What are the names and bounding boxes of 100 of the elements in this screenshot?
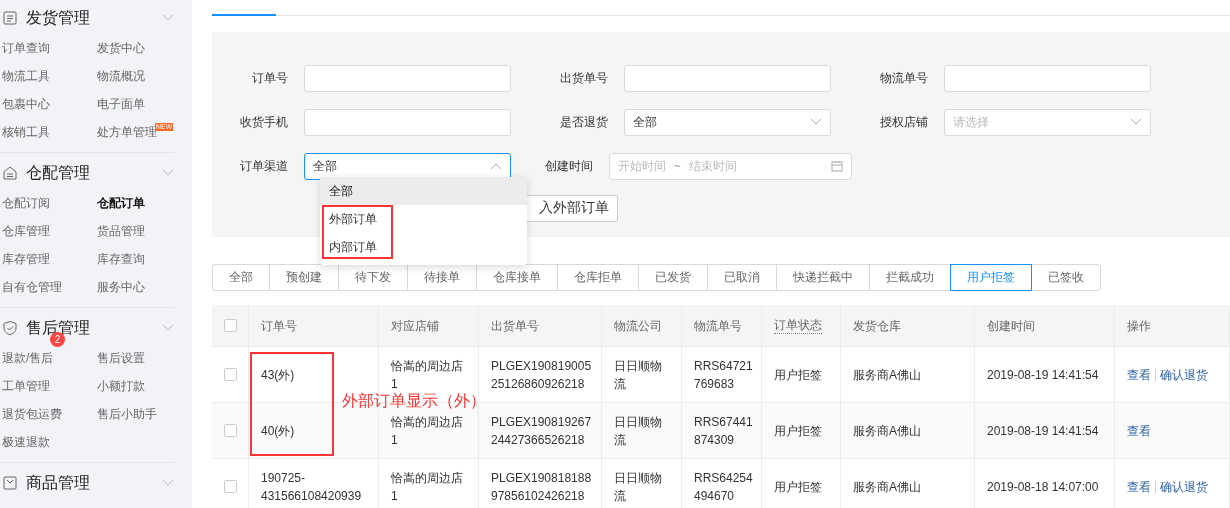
column-header: 订单号 [261, 317, 297, 335]
select-field[interactable]: 全部 [624, 108, 831, 136]
field-label: 订单号 [251, 69, 289, 87]
annotation-note: 外部订单显示（外） [342, 391, 486, 411]
column-header: 发货仓库 [853, 317, 901, 335]
table-cell-text: 服务商A佛山 [853, 478, 921, 496]
input-field[interactable] [624, 64, 831, 92]
menu-item[interactable]: 仓配订阅 [2, 189, 50, 217]
status-tab[interactable]: 用户拒签 [950, 264, 1032, 291]
status-tab[interactable]: 全部 [212, 264, 270, 291]
input-field[interactable] [304, 108, 511, 136]
status-tab[interactable]: 已取消 [707, 264, 777, 291]
column-header: 物流公司 [614, 317, 662, 335]
status-tab[interactable]: 已签收 [1031, 264, 1101, 291]
menu-item[interactable]: 小额打款 [97, 372, 145, 400]
action-link[interactable]: 查看 [1127, 421, 1151, 440]
status-tab[interactable]: 预创建 [269, 264, 339, 291]
menu-item[interactable]: 物流概况 [97, 62, 145, 90]
dropdown-option[interactable]: 全部 [320, 177, 527, 205]
menu-item[interactable]: 发货中心 [97, 34, 145, 62]
status-tab[interactable]: 拦截成功 [869, 264, 951, 291]
table-cell-text: 用户拒签 [774, 478, 822, 496]
select-field[interactable]: 全部 [304, 152, 511, 180]
column-header: 出货单号 [491, 317, 539, 335]
table-cell-text: RRS64721769683 [694, 357, 753, 393]
menu-group-icon [2, 475, 18, 491]
table-cell-text: 恰嵩的周边店1 [391, 357, 464, 393]
menu-group-icon [2, 165, 18, 181]
status-tab[interactable]: 快递拦截中 [776, 264, 870, 291]
table-cell-text: 2019-08-19 14:41:54 [987, 422, 1099, 440]
menu-group-title[interactable]: 发货管理 [26, 7, 162, 29]
status-tab[interactable]: 已发货 [638, 264, 708, 291]
select-all-checkbox[interactable] [224, 319, 237, 332]
menu-item[interactable]: 核销工具 [2, 118, 50, 146]
menu-group-icon [2, 10, 18, 26]
column-header: 创建时间 [987, 317, 1035, 335]
status-tab[interactable]: 仓库接单 [476, 264, 558, 291]
menu-group-title[interactable]: 仓配管理 [26, 162, 162, 184]
input-field[interactable] [304, 64, 511, 92]
input-field[interactable] [944, 64, 1151, 92]
field-label: 出货单号 [559, 69, 609, 87]
row-checkbox[interactable] [224, 480, 237, 493]
dropdown-option[interactable]: 内部订单 [320, 233, 527, 261]
chevron-down-icon [810, 118, 822, 126]
table-cell-text: PLGEX19081926724427366526218 [491, 413, 593, 449]
menu-item[interactable]: 仓库管理 [2, 217, 50, 245]
menu-item[interactable]: 包裹中心 [2, 90, 50, 118]
table-cell-text: 恰嵩的周边店1 [391, 413, 464, 449]
menu-item[interactable]: 仓配订单 [97, 189, 145, 217]
column-header: 操作 [1127, 317, 1151, 335]
table-cell-text: 日日顺物流 [614, 469, 663, 505]
action-link[interactable]: 查看 [1127, 477, 1151, 496]
calendar-icon [831, 160, 843, 172]
row-checkbox[interactable] [224, 424, 237, 437]
table-cell-text: 2019-08-18 14:07:00 [987, 478, 1099, 496]
menu-item[interactable]: 库存管理 [2, 245, 50, 273]
menu-item[interactable]: 退款/售后 [2, 344, 54, 372]
table-cell-text: 43(外) [261, 366, 295, 384]
menu-item[interactable]: 工单管理 [2, 372, 50, 400]
menu-item[interactable]: 自有仓管理 [2, 273, 62, 301]
table-cell-text: PLGEX19081818897856102426218 [491, 469, 593, 505]
column-header: 订单状态 [774, 317, 822, 334]
menu-item[interactable]: 服务中心 [97, 273, 145, 301]
table-cell-text: 40(外) [261, 422, 295, 440]
table-cell-text: RRS67441874309 [694, 413, 753, 449]
chevron-down-icon[interactable] [162, 14, 174, 22]
row-checkbox[interactable] [224, 368, 237, 381]
tab-underline [212, 14, 276, 16]
menu-group-icon [2, 320, 18, 336]
field-label: 创建时间 [543, 157, 594, 175]
status-tab[interactable]: 仓库拒单 [557, 264, 639, 291]
field-label: 订单渠道 [239, 157, 289, 175]
table-cell-text: 服务商A佛山 [853, 366, 921, 384]
action-link[interactable]: 确认退货 [1160, 365, 1208, 384]
column-header: 对应店铺 [391, 317, 439, 335]
menu-item[interactable]: 极速退款 [2, 428, 50, 456]
action-link[interactable]: 确认退货 [1160, 477, 1208, 496]
field-label: 收货手机 [239, 113, 289, 131]
menu-item[interactable]: 售后小助手 [97, 400, 157, 428]
action-link[interactable]: 查看 [1127, 365, 1151, 384]
field-label: 物流单号 [879, 69, 929, 87]
chevron-down-icon[interactable] [162, 479, 174, 487]
field-label: 授权店铺 [879, 113, 929, 131]
chevron-down-icon[interactable] [162, 169, 174, 177]
menu-item[interactable]: 库存查询 [97, 245, 145, 273]
menu-item[interactable]: 物流工具 [2, 62, 50, 90]
table-cell-text: 用户拒签 [774, 422, 822, 440]
field-label: 是否退货 [559, 113, 609, 131]
table-cell-text: 恰嵩的周边店1 [391, 469, 464, 505]
menu-item[interactable]: 电子面单 [97, 90, 145, 118]
menu-item[interactable]: 货品管理 [97, 217, 145, 245]
table-cell-text: 服务商A佛山 [853, 422, 921, 440]
table-cell-text: PLGEX19081900525126860926218 [491, 357, 593, 393]
menu-group-title[interactable]: 商品管理 [26, 472, 162, 494]
menu-item[interactable]: 售后设置 [97, 344, 145, 372]
chevron-down-icon[interactable] [162, 324, 174, 332]
annotation-box [322, 205, 393, 259]
table-cell-text: 日日顺物流 [614, 413, 663, 449]
menu-item[interactable]: 退货包运费 [2, 400, 62, 428]
menu-item[interactable]: 订单查询 [2, 34, 50, 62]
